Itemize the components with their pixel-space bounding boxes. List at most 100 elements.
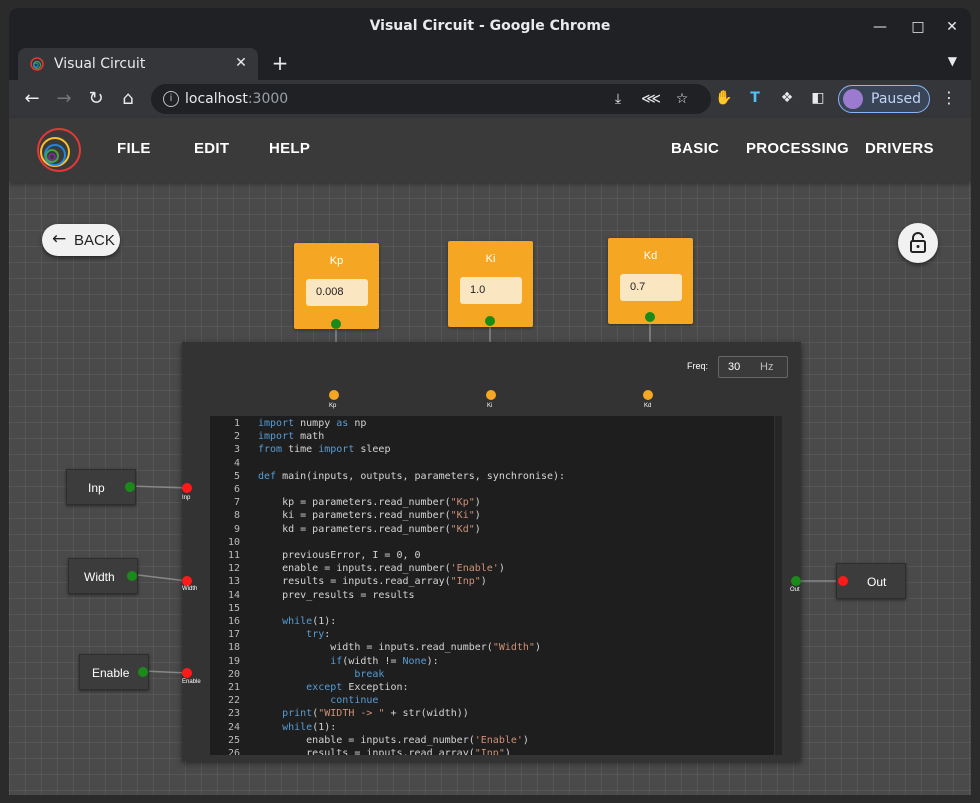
line-number: 18	[227, 642, 240, 654]
code-line[interactable]: 11 previousError, I = 0, 0	[210, 549, 770, 562]
line-number: 23	[227, 708, 240, 720]
address-bar[interactable]: i localhost:3000 ⤓ ⋘ ☆	[151, 84, 711, 114]
install-app-icon[interactable]: ⤓	[609, 90, 627, 108]
profile-button[interactable]: Paused	[838, 85, 930, 113]
code-line[interactable]: 4	[210, 457, 770, 470]
code-line[interactable]: 17 try:	[210, 628, 770, 641]
line-number: 22	[227, 695, 240, 707]
param-output-port[interactable]	[331, 319, 341, 329]
close-window-icon[interactable]: ✕	[941, 16, 963, 38]
back-arrow-icon[interactable]: ←	[19, 86, 45, 112]
param-value-input[interactable]: 1.0	[460, 277, 522, 304]
code-line[interactable]: 22 continue	[210, 694, 770, 707]
code-line[interactable]: 15	[210, 602, 770, 615]
minimize-icon[interactable]: —	[869, 16, 891, 38]
code-line[interactable]: 18 width = inputs.read_number("Width")	[210, 641, 770, 654]
input-block-port[interactable]	[127, 571, 137, 581]
code-line[interactable]: 9 kd = parameters.read_number("Kd")	[210, 523, 770, 536]
code-block[interactable]: Freq: 30 Hz Kp Ki Kd Inp Width Enable Ou…	[182, 342, 801, 761]
profile-status: Paused	[871, 91, 922, 107]
side-panel-icon[interactable]: ◧	[808, 88, 828, 108]
input-block-port[interactable]	[125, 482, 135, 492]
line-number: 19	[227, 655, 240, 667]
input-port-label: Enable	[182, 679, 201, 685]
code-line[interactable]: 7 kp = parameters.read_number("Kp")	[210, 496, 770, 509]
code-line[interactable]: 2 import math	[210, 430, 770, 443]
code-line[interactable]: 10	[210, 536, 770, 549]
share-icon[interactable]: ⋘	[641, 90, 661, 108]
code-line[interactable]: 25 enable = inputs.read_number('Enable')	[210, 734, 770, 747]
code-line[interactable]: 3 from time import sleep	[210, 443, 770, 456]
code-line[interactable]: 14 prev_results = results	[210, 589, 770, 602]
bookmark-star-icon[interactable]: ☆	[673, 90, 691, 108]
extensions-puzzle-icon[interactable]: ❖	[777, 88, 797, 108]
url-host: localhost	[185, 91, 248, 107]
code-text: if(width != None):	[330, 655, 439, 667]
param-port-ki[interactable]	[486, 390, 496, 400]
line-number: 6	[233, 484, 240, 495]
output-block-port[interactable]	[838, 576, 848, 586]
code-line[interactable]: 21 except Exception:	[210, 681, 770, 694]
forward-arrow-icon[interactable]: →	[51, 86, 77, 112]
code-line[interactable]: 24 while(1):	[210, 721, 770, 734]
input-block-inp[interactable]: Inp	[66, 469, 136, 505]
tab-visual-circuit[interactable]: Visual Circuit ✕	[18, 48, 258, 80]
app-canvas[interactable]: FILE EDIT HELP BASIC PROCESSING DRIVERS …	[9, 118, 971, 795]
output-block-out[interactable]: Out	[836, 563, 906, 599]
tab-search-chevron-icon[interactable]: ▼	[948, 54, 957, 68]
code-line[interactable]: 19 if(width != None):	[210, 655, 770, 668]
code-line[interactable]: 8 ki = parameters.read_number("Ki")	[210, 509, 770, 522]
app-favicon-icon	[30, 57, 44, 71]
extension-hand-icon[interactable]: ✋	[714, 88, 734, 108]
reload-icon[interactable]: ↻	[83, 86, 109, 112]
browser-menu-icon[interactable]: ⋮	[941, 88, 957, 107]
input-block-width[interactable]: Width	[68, 558, 138, 594]
url-text: localhost:3000	[185, 91, 288, 107]
home-icon[interactable]: ⌂	[115, 86, 141, 112]
site-info-icon[interactable]: i	[163, 91, 179, 107]
code-line[interactable]: 1 import numpy as np	[210, 417, 770, 430]
freq-input[interactable]: 30 Hz	[718, 356, 788, 378]
output-port-out[interactable]	[791, 576, 801, 586]
browser-toolbar: ← → ↻ ⌂ i localhost:3000 ⤓ ⋘ ☆ ✋ T ❖ ◧ P…	[9, 80, 971, 118]
code-text: ki = parameters.read_number("Ki")	[258, 510, 481, 522]
param-port-kd[interactable]	[643, 390, 653, 400]
param-block-kp[interactable]: Kp 0.008	[294, 243, 379, 329]
code-line[interactable]: 20 break	[210, 668, 770, 681]
code-editor[interactable]: 1 import numpy as np 2 import math 3 from tim…	[210, 416, 782, 755]
maximize-icon[interactable]: □	[907, 16, 929, 38]
param-output-port[interactable]	[485, 316, 495, 326]
param-port-kp[interactable]	[329, 390, 339, 400]
code-line[interactable]: 23 print("WIDTH -> " + str(width))	[210, 707, 770, 720]
code-line[interactable]: 12 enable = inputs.read_number('Enable')	[210, 562, 770, 575]
tab-strip: Visual Circuit ✕ + ▼	[9, 46, 971, 80]
input-block-enable[interactable]: Enable	[79, 654, 149, 690]
param-block-kd[interactable]: Kd 0.7	[608, 238, 693, 324]
line-number: 24	[227, 721, 240, 733]
input-port-width[interactable]	[182, 576, 192, 586]
code-line[interactable]: 5 def main(inputs, outputs, parameters, s…	[210, 470, 770, 483]
code-line[interactable]: 13 results = inputs.read_array("Inp")	[210, 575, 770, 588]
output-port-label: Out	[790, 587, 800, 593]
extension-translate-icon[interactable]: T	[745, 88, 765, 108]
editor-scrollbar[interactable]	[774, 416, 782, 755]
param-value-input[interactable]: 0.7	[620, 274, 682, 301]
code-text: import numpy as np	[258, 418, 367, 429]
line-number: 15	[227, 602, 240, 614]
param-block-ki[interactable]: Ki 1.0	[448, 241, 533, 327]
line-number: 17	[227, 629, 240, 641]
code-text: except Exception:	[306, 682, 409, 693]
code-line[interactable]: 26 results = inputs.read_array("Inp")	[210, 747, 770, 755]
code-line[interactable]: 16 while(1):	[210, 615, 770, 628]
param-value-input[interactable]: 0.008	[306, 279, 368, 306]
input-port-enable[interactable]	[182, 668, 192, 678]
param-output-port[interactable]	[645, 312, 655, 322]
input-block-port[interactable]	[138, 667, 148, 677]
tab-close-icon[interactable]: ✕	[232, 54, 250, 72]
new-tab-icon[interactable]: +	[269, 52, 291, 74]
code-line[interactable]: 6	[210, 483, 770, 496]
param-port-label: Kp	[329, 403, 337, 409]
line-number: 8	[233, 510, 240, 522]
input-port-inp[interactable]	[182, 483, 192, 493]
code-text: results = inputs.read_array("Inp")	[258, 576, 487, 588]
